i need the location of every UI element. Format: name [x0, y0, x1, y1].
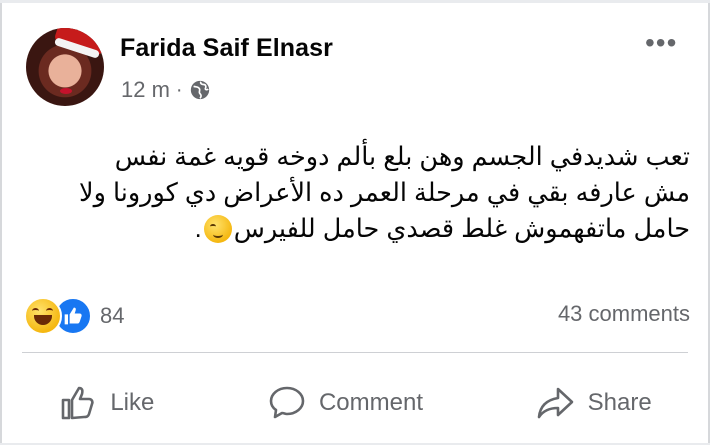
- like-label: Like: [110, 389, 155, 416]
- post-text: تعب شديدفي الجسم وهن بلع بألم دوخه قويه …: [20, 139, 690, 247]
- reactions-summary[interactable]: 84: [24, 297, 124, 335]
- meta-separator: ·: [175, 78, 183, 101]
- post-card: Farida Saif Elnasr 12 m · ••• تعب شديدفي…: [0, 3, 710, 443]
- post-text-line-2: مش عارفه بقي في مرحلة العمر ده الأعراض د…: [79, 179, 690, 207]
- comment-button[interactable]: Comment: [267, 383, 423, 423]
- author-avatar[interactable]: [26, 28, 104, 106]
- post-text-line-3: حامل ماتفهموش غلط قصدي حامل للفيرس.: [20, 211, 690, 247]
- post-time[interactable]: 12 m: [121, 77, 170, 103]
- post-text-end: .: [194, 215, 202, 243]
- post-actions: Like Comment Share: [2, 375, 708, 431]
- comments-count-link[interactable]: 43 comments: [558, 301, 690, 327]
- reaction-count: 84: [100, 303, 125, 328]
- more-options-button[interactable]: •••: [645, 29, 677, 57]
- author-name[interactable]: Farida Saif Elnasr: [120, 34, 333, 63]
- like-button[interactable]: Like: [58, 383, 154, 423]
- divider: [22, 352, 688, 353]
- globe-icon[interactable]: [189, 79, 211, 101]
- smirk-face-emoji: [203, 215, 232, 243]
- post-meta: 12 m ·: [121, 77, 211, 103]
- share-icon: [537, 387, 573, 419]
- share-label: Share: [587, 389, 652, 416]
- post-text-line-3-content: حامل ماتفهموش غلط قصدي حامل للفيرس: [233, 215, 690, 243]
- haha-reaction-icon: [24, 297, 62, 335]
- comment-label: Comment: [318, 389, 423, 416]
- comment-icon: [269, 386, 305, 419]
- post-text-line-1: تعب شديدفي الجسم وهن بلع بألم دوخه قويه …: [114, 143, 690, 171]
- share-button[interactable]: Share: [536, 383, 652, 423]
- thumbs-up-icon: [62, 386, 94, 420]
